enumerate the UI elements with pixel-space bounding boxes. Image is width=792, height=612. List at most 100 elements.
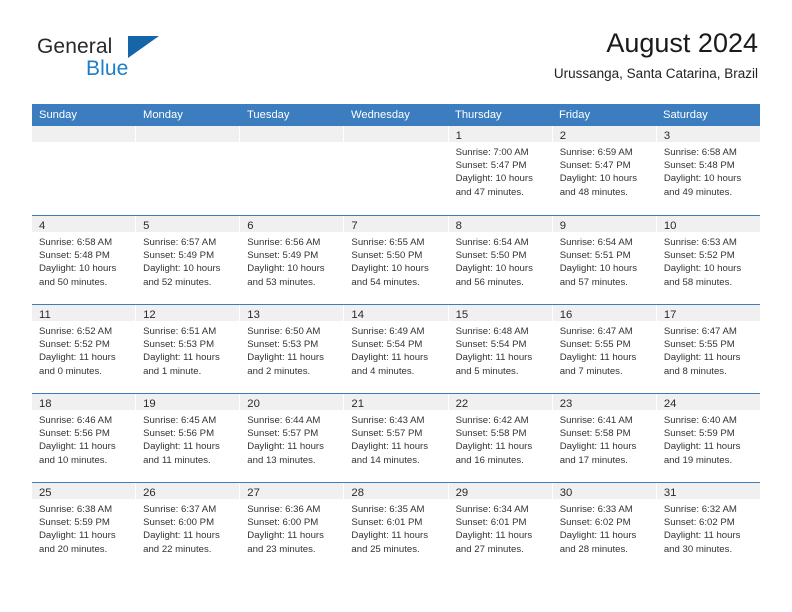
day-number: 25 xyxy=(39,487,52,499)
sunset-text: Sunset: 5:56 PM xyxy=(39,428,110,440)
calendar-day-cell[interactable]: 31 Sunrise: 6:32 AM Sunset: 6:02 PM Dayligh… xyxy=(656,483,760,571)
calendar-day-cell[interactable]: 9 Sunrise: 6:54 AM Sunset: 5:51 PM Daylight… xyxy=(552,216,657,304)
calendar-day-cell[interactable]: 28 Sunrise: 6:35 AM Sunset: 6:01 PM Dayligh… xyxy=(344,483,449,571)
sunrise-text: Sunrise: 6:51 AM xyxy=(143,326,217,337)
day-number-band: 14 xyxy=(344,305,448,321)
day-number-band: 15 xyxy=(448,305,552,321)
day-details: Sunrise: 6:54 AM Sunset: 5:51 PM Daylight:… xyxy=(553,232,656,289)
sunset-text: Sunset: 5:48 PM xyxy=(663,160,735,172)
sunrise-text: Sunrise: 6:32 AM xyxy=(663,504,737,515)
daylight-text-line1: Daylight: 10 hours xyxy=(143,263,221,275)
calendar-day-cell[interactable]: 14 Sunrise: 6:49 AM Sunset: 5:54 PM Dayligh… xyxy=(344,305,449,393)
calendar-day-cell[interactable]: 7 Sunrise: 6:55 AM Sunset: 5:50 PM Daylight… xyxy=(344,216,449,304)
calendar-day-cell[interactable]: 1 Sunrise: 7:00 AM Sunset: 5:47 PM Daylight… xyxy=(448,126,553,215)
calendar-weeks: 1 Sunrise: 7:00 AM Sunset: 5:47 PM Daylight… xyxy=(32,126,760,571)
sunrise-text: Sunrise: 6:52 AM xyxy=(39,326,113,337)
calendar-day-cell[interactable]: 26 Sunrise: 6:37 AM Sunset: 6:00 PM Dayligh… xyxy=(136,483,241,571)
day-number: 30 xyxy=(559,487,573,499)
daylight-text-line1: Daylight: 11 hours xyxy=(39,441,116,453)
calendar-day-cell[interactable]: 23 Sunrise: 6:41 AM Sunset: 5:58 PM Dayligh… xyxy=(552,394,657,482)
day-number: 24 xyxy=(663,398,677,410)
calendar-day-cell[interactable]: 2 Sunrise: 6:59 AM Sunset: 5:47 PM Daylight… xyxy=(552,126,657,215)
calendar-day-cell[interactable]: 11 Sunrise: 6:52 AM Sunset: 5:52 PM Dayligh… xyxy=(32,305,137,393)
sunset-text: Sunset: 5:55 PM xyxy=(559,339,631,351)
calendar-day-cell[interactable]: 19 Sunrise: 6:45 AM Sunset: 5:56 PM Dayligh… xyxy=(136,394,241,482)
daylight-text-line1: Daylight: 10 hours xyxy=(663,173,742,185)
calendar-day-cell[interactable]: 27 Sunrise: 6:36 AM Sunset: 6:00 PM Dayligh… xyxy=(240,483,345,571)
daylight-text-line2: and 49 minutes. xyxy=(663,186,733,198)
day-number: 31 xyxy=(663,487,677,499)
day-number-band xyxy=(32,126,136,142)
daylight-text-line2: and 11 minutes. xyxy=(143,454,211,466)
day-details: Sunrise: 6:57 AM Sunset: 5:49 PM Daylight:… xyxy=(136,232,239,289)
daylight-text-line2: and 52 minutes. xyxy=(143,276,212,288)
calendar-day-cell[interactable]: 12 Sunrise: 6:51 AM Sunset: 5:53 PM Dayligh… xyxy=(136,305,241,393)
sunset-text: Sunset: 5:53 PM xyxy=(143,339,215,351)
daylight-text-line2: and 22 minutes. xyxy=(143,543,212,555)
sunrise-text: Sunrise: 6:48 AM xyxy=(455,326,529,337)
calendar-day-cell[interactable]: 8 Sunrise: 6:54 AM Sunset: 5:50 PM Daylight… xyxy=(448,216,553,304)
calendar-day-cell[interactable]: 13 Sunrise: 6:50 AM Sunset: 5:53 PM Dayligh… xyxy=(240,305,345,393)
calendar-day-cell[interactable]: 17 Sunrise: 6:47 AM Sunset: 5:55 PM Dayligh… xyxy=(656,305,760,393)
day-details: Sunrise: 6:55 AM Sunset: 5:50 PM Daylight:… xyxy=(344,232,447,289)
daylight-text-line2: and 7 minutes. xyxy=(559,365,623,377)
general-blue-logo[interactable]: General Blue xyxy=(32,28,232,90)
daylight-text-line1: Daylight: 11 hours xyxy=(663,352,741,364)
calendar-day-cell[interactable]: 18 Sunrise: 6:46 AM Sunset: 5:56 PM Dayligh… xyxy=(32,394,137,482)
day-number-band: 29 xyxy=(448,483,552,499)
sunset-text: Sunset: 6:02 PM xyxy=(559,517,631,529)
day-number-band xyxy=(136,126,240,142)
day-number: 16 xyxy=(559,309,573,321)
day-number: 27 xyxy=(247,487,260,499)
calendar-day-cell[interactable]: 16 Sunrise: 6:47 AM Sunset: 5:55 PM Dayligh… xyxy=(552,305,657,393)
sunset-text: Sunset: 5:56 PM xyxy=(143,428,215,440)
sunrise-text: Sunrise: 6:50 AM xyxy=(247,326,321,337)
day-details: Sunrise: 6:42 AM Sunset: 5:58 PM Daylight:… xyxy=(449,410,552,467)
daylight-text-line1: Daylight: 11 hours xyxy=(559,530,637,542)
calendar-day-cell[interactable]: 30 Sunrise: 6:33 AM Sunset: 6:02 PM Dayligh… xyxy=(552,483,657,571)
sunrise-text: Sunrise: 6:56 AM xyxy=(247,237,321,248)
calendar-day-cell[interactable]: 25 Sunrise: 6:38 AM Sunset: 5:59 PM Dayligh… xyxy=(32,483,137,571)
day-details: Sunrise: 6:43 AM Sunset: 5:57 PM Daylight:… xyxy=(344,410,447,467)
calendar-day-cell[interactable]: 3 Sunrise: 6:58 AM Sunset: 5:48 PM Daylight… xyxy=(656,126,760,215)
day-number-band: 6 xyxy=(240,216,344,232)
calendar-day-cell[interactable]: 10 Sunrise: 6:53 AM Sunset: 5:52 PM Dayligh… xyxy=(656,216,760,304)
day-number: 21 xyxy=(351,398,364,410)
day-details: Sunrise: 6:54 AM Sunset: 5:50 PM Daylight:… xyxy=(449,232,552,289)
sunrise-text: Sunrise: 6:45 AM xyxy=(143,415,217,426)
day-details: Sunrise: 6:52 AM Sunset: 5:52 PM Daylight:… xyxy=(32,321,135,378)
day-details: Sunrise: 6:58 AM Sunset: 5:48 PM Daylight:… xyxy=(657,142,760,199)
calendar-day-cell[interactable]: 24 Sunrise: 6:40 AM Sunset: 5:59 PM Dayligh… xyxy=(656,394,760,482)
day-number-band: 2 xyxy=(552,126,656,142)
calendar-day-cell[interactable]: 4 Sunrise: 6:58 AM Sunset: 5:48 PM Daylight… xyxy=(32,216,137,304)
day-number: 14 xyxy=(351,309,364,321)
calendar-day-cell[interactable]: 22 Sunrise: 6:42 AM Sunset: 5:58 PM Dayligh… xyxy=(448,394,553,482)
day-details: Sunrise: 6:34 AM Sunset: 6:01 PM Daylight:… xyxy=(449,499,552,556)
calendar-day-cell[interactable]: 21 Sunrise: 6:43 AM Sunset: 5:57 PM Dayligh… xyxy=(344,394,449,482)
daylight-text-line1: Daylight: 11 hours xyxy=(351,530,429,542)
daylight-text-line2: and 57 minutes. xyxy=(559,276,628,288)
daylight-text-line2: and 20 minutes. xyxy=(39,543,108,555)
calendar-day-cell[interactable]: 15 Sunrise: 6:48 AM Sunset: 5:54 PM Dayligh… xyxy=(448,305,553,393)
day-number-band: 17 xyxy=(656,305,760,321)
daylight-text-line1: Daylight: 11 hours xyxy=(143,441,220,453)
calendar-day-cell[interactable]: 29 Sunrise: 6:34 AM Sunset: 6:01 PM Dayligh… xyxy=(448,483,553,571)
daylight-text-line1: Daylight: 10 hours xyxy=(455,263,533,275)
day-details: Sunrise: 6:59 AM Sunset: 5:47 PM Daylight:… xyxy=(553,142,656,199)
day-number: 8 xyxy=(455,220,462,232)
day-number-band: 28 xyxy=(344,483,448,499)
day-number: 22 xyxy=(455,398,469,410)
calendar-day-cell[interactable]: 6 Sunrise: 6:56 AM Sunset: 5:49 PM Daylight… xyxy=(240,216,345,304)
sunset-text: Sunset: 5:49 PM xyxy=(247,250,319,262)
sunrise-text: Sunrise: 6:42 AM xyxy=(455,415,529,426)
calendar-day-cell-empty xyxy=(136,126,241,215)
sunrise-text: Sunrise: 6:58 AM xyxy=(663,147,737,158)
sunrise-text: Sunrise: 6:37 AM xyxy=(143,504,217,515)
calendar-day-cell[interactable]: 5 Sunrise: 6:57 AM Sunset: 5:49 PM Daylight… xyxy=(136,216,241,304)
day-number: 10 xyxy=(663,220,677,232)
day-number-band: 12 xyxy=(136,305,240,321)
daylight-text-line2: and 2 minutes. xyxy=(247,365,311,377)
day-details: Sunrise: 6:47 AM Sunset: 5:55 PM Daylight:… xyxy=(553,321,656,378)
calendar-day-cell[interactable]: 20 Sunrise: 6:44 AM Sunset: 5:57 PM Dayligh… xyxy=(240,394,345,482)
sunrise-text: Sunrise: 7:00 AM xyxy=(455,147,529,158)
